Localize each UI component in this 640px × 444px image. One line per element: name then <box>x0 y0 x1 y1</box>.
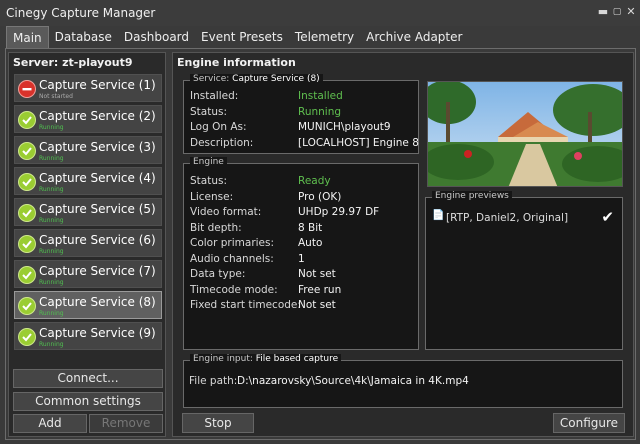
tab-database[interactable]: Database <box>49 26 118 48</box>
field-value: Not set <box>298 268 336 280</box>
field-value: 1 <box>298 252 305 265</box>
field-label: Fixed start timecode: <box>190 299 301 311</box>
field-label: Bit depth: <box>190 221 242 234</box>
file-path-value: D:\nazarovsky\Source\4k\Jamaica in 4K.mp… <box>237 375 469 387</box>
service-item[interactable]: Capture Service (9) Running <box>14 322 162 350</box>
running-check-icon <box>18 204 36 222</box>
service-item[interactable]: Capture Service (8) Running <box>14 291 162 319</box>
server-label: Server: zt-playout9 <box>13 56 133 69</box>
field-value: Not set <box>298 299 336 311</box>
service-status: Running <box>39 155 64 162</box>
service-name: Capture Service (7) <box>39 264 156 278</box>
service-item[interactable]: Capture Service (3) Running <box>14 136 162 164</box>
field-label: Description: <box>190 136 254 149</box>
file-path-label: File path: <box>189 375 238 387</box>
main-tabs: Main Database Dashboard Event Presets Te… <box>6 26 468 48</box>
tab-main[interactable]: Main <box>6 26 49 48</box>
running-check-icon <box>18 266 36 284</box>
running-check-icon <box>18 111 36 129</box>
stop-button[interactable]: Stop <box>182 413 254 433</box>
tab-event-presets[interactable]: Event Presets <box>195 26 289 48</box>
engine-info-header: Engine information <box>177 56 296 69</box>
service-item[interactable]: Capture Service (6) Running <box>14 229 162 257</box>
engine-group-legend: Engine <box>190 157 227 167</box>
connect-button[interactable]: Connect... <box>13 369 163 388</box>
field-value: UHDp 29.97 DF <box>298 206 380 218</box>
title-bar: Cinegy Capture Manager ▬ ▢ ✕ <box>0 0 640 26</box>
field-label: Audio channels: <box>190 252 274 265</box>
minimize-icon[interactable]: ▬ <box>596 5 610 19</box>
running-check-icon <box>18 235 36 253</box>
field-value: MUNICH\playout9 <box>298 121 391 133</box>
service-status: Running <box>39 124 64 131</box>
service-item[interactable]: Capture Service (4) Running <box>14 167 162 195</box>
service-name: Capture Service (8) <box>39 295 156 309</box>
common-settings-button[interactable]: Common settings <box>13 392 163 411</box>
service-status: Running <box>39 310 64 317</box>
engine-input-group: Engine input: File based capture File pa… <box>183 354 623 408</box>
running-check-icon <box>18 328 36 346</box>
service-status: Running <box>39 186 64 193</box>
service-status: Running <box>39 279 64 286</box>
tab-archive-adapter[interactable]: Archive Adapter <box>360 26 468 48</box>
field-label: Status: <box>190 175 227 187</box>
engine-previews-legend: Engine previews <box>432 191 512 201</box>
add-button[interactable]: Add <box>13 414 87 433</box>
field-value: Free run <box>298 283 342 296</box>
running-check-icon <box>18 173 36 191</box>
field-value: [LOCALHOST] Engine 8 <box>298 136 419 149</box>
configure-button[interactable]: Configure <box>553 413 625 433</box>
service-status: Running <box>39 248 64 255</box>
field-value: Running <box>298 105 342 118</box>
service-name: Capture Service (3) <box>39 140 156 154</box>
service-item[interactable]: Capture Service (7) Running <box>14 260 162 288</box>
engine-previews-group: Engine previews 📄 [RTP, Daniel2, Origina… <box>425 191 623 350</box>
field-label: Installed: <box>190 90 239 102</box>
service-status: Not started <box>39 93 73 100</box>
remove-button[interactable]: Remove <box>89 414 163 433</box>
copy-icon: 📄 <box>432 210 445 221</box>
running-check-icon <box>18 142 36 160</box>
tab-telemetry[interactable]: Telemetry <box>289 26 360 48</box>
service-name: Capture Service (4) <box>39 171 156 185</box>
service-item[interactable]: Capture Service (5) Running <box>14 198 162 226</box>
engine-preview-image <box>427 81 623 187</box>
field-label: Status: <box>190 105 227 118</box>
service-name: Capture Service (2) <box>39 109 156 123</box>
service-group-name: Capture Service (8) <box>232 74 320 84</box>
field-value: Ready <box>298 175 331 187</box>
field-value: Pro (OK) <box>298 190 342 203</box>
engine-input-legend: Engine input: File based capture <box>190 354 342 364</box>
field-label: License: <box>190 190 234 203</box>
field-label: Timecode mode: <box>190 283 278 296</box>
service-item[interactable]: Capture Service (2) Running <box>14 105 162 133</box>
tab-dashboard[interactable]: Dashboard <box>118 26 195 48</box>
service-status: Running <box>39 217 64 224</box>
service-name: Capture Service (1) <box>39 78 156 92</box>
service-name: Capture Service (5) <box>39 202 156 216</box>
service-name: Capture Service (6) <box>39 233 156 247</box>
field-label: Color primaries: <box>190 237 275 249</box>
service-name: Capture Service (9) <box>39 326 156 340</box>
field-value: Auto <box>298 237 323 249</box>
preview-item[interactable]: [RTP, Daniel2, Original] <box>446 212 568 224</box>
window-title: Cinegy Capture Manager <box>6 6 156 20</box>
checkmark-icon[interactable]: ✔ <box>601 208 614 226</box>
beach-resort-thumbnail <box>428 82 622 186</box>
engine-input-type: File based capture <box>255 354 339 364</box>
service-item[interactable]: Capture Service (1) Not started <box>14 74 162 102</box>
close-icon[interactable]: ✕ <box>624 5 638 19</box>
maximize-icon[interactable]: ▢ <box>610 5 624 19</box>
running-check-icon <box>18 297 36 315</box>
field-value: Installed <box>298 90 343 102</box>
service-group-legend: Service: Capture Service (8) <box>190 74 323 84</box>
service-status: Running <box>39 341 64 348</box>
field-label: Video format: <box>190 206 262 218</box>
field-label: Log On As: <box>190 121 247 133</box>
stopped-icon <box>18 80 36 98</box>
field-value: 8 Bit <box>298 221 323 234</box>
field-label: Data type: <box>190 268 246 280</box>
